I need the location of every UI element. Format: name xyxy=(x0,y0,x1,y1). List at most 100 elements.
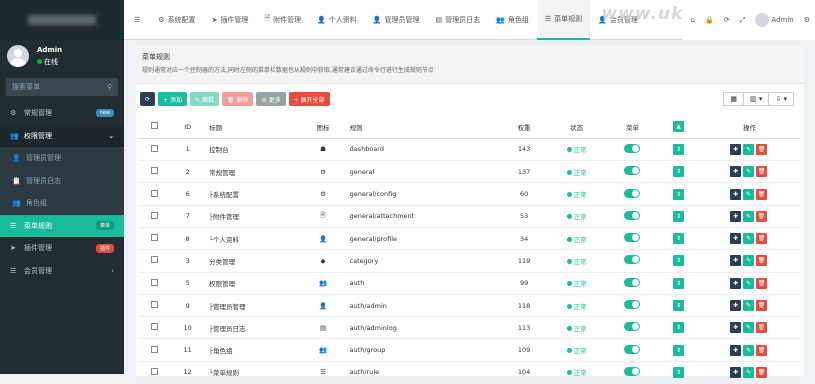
sidebar-item-3[interactable]: 📋 管理员日志 xyxy=(0,169,124,192)
add-child-icon[interactable]: ✚ xyxy=(730,300,742,312)
sidebar-search[interactable]: 搜索菜单 ⚲ xyxy=(6,78,118,96)
delete-icon[interactable]: 🗑 xyxy=(756,300,768,312)
add-child-icon[interactable]: ✚ xyxy=(730,188,742,200)
menu-toggle[interactable] xyxy=(624,188,641,198)
row-checkbox[interactable] xyxy=(150,345,158,353)
tab-4[interactable]: 👤 管理员管理 xyxy=(365,0,428,40)
delete-icon[interactable]: 🗑 xyxy=(756,277,768,289)
drag-icon[interactable]: ⇕ xyxy=(673,166,685,178)
column-header[interactable]: 操作 xyxy=(699,116,800,139)
column-header[interactable]: 标题 xyxy=(205,116,301,139)
drag-icon[interactable]: ⇕ xyxy=(673,366,685,378)
drag-icon[interactable]: ⇕ xyxy=(673,210,685,222)
drag-icon[interactable]: ⇕ xyxy=(673,255,685,267)
column-header[interactable]: 菜单 xyxy=(606,116,659,139)
delete-icon[interactable]: 🗑 xyxy=(756,143,768,155)
sort-icon[interactable]: ▲ xyxy=(673,121,685,133)
tab-2[interactable]: 🗎 附件管理 xyxy=(256,0,309,40)
tab-3[interactable]: 👤 个人资料 xyxy=(309,0,365,40)
edit-icon[interactable]: ✎ xyxy=(743,366,755,378)
edit-icon[interactable]: ✎ xyxy=(743,322,755,334)
sidebar-item-6[interactable]: ➤ 插件管理 插件 xyxy=(0,237,124,260)
menu-toggle[interactable] xyxy=(624,233,641,243)
add-child-icon[interactable]: ✚ xyxy=(730,210,742,222)
row-checkbox[interactable] xyxy=(150,234,158,242)
row-checkbox[interactable] xyxy=(150,301,158,309)
edit-button[interactable]: ✎ 编辑 xyxy=(189,92,219,106)
edit-icon[interactable]: ✎ xyxy=(743,188,755,200)
edit-icon[interactable]: ✎ xyxy=(743,233,755,245)
edit-icon[interactable]: ✎ xyxy=(743,300,755,312)
delete-icon[interactable]: 🗑 xyxy=(756,322,768,334)
edit-icon[interactable]: ✎ xyxy=(743,166,755,178)
row-checkbox[interactable] xyxy=(150,256,158,264)
menu-toggle[interactable] xyxy=(624,210,641,220)
column-header[interactable]: 状态 xyxy=(546,116,607,139)
add-child-icon[interactable]: ✚ xyxy=(730,143,742,155)
expand-all-button[interactable]: + 展开全部 xyxy=(288,92,330,106)
edit-icon[interactable]: ✎ xyxy=(743,255,755,267)
add-child-icon[interactable]: ✚ xyxy=(730,344,742,356)
logo[interactable] xyxy=(0,0,124,40)
drag-icon[interactable]: ⇕ xyxy=(673,300,685,312)
drag-icon[interactable]: ⇕ xyxy=(673,344,685,356)
column-header[interactable] xyxy=(138,116,171,139)
select-all-checkbox[interactable] xyxy=(150,122,158,130)
drag-icon[interactable]: ⇕ xyxy=(673,277,685,289)
menu-toggle[interactable] xyxy=(624,344,641,354)
add-child-icon[interactable]: ✚ xyxy=(730,322,742,334)
add-child-icon[interactable]: ✚ xyxy=(730,366,742,378)
menu-toggle-icon[interactable]: ☰ xyxy=(124,0,150,40)
column-header[interactable]: 权重 xyxy=(501,116,547,139)
sidebar-item-7[interactable]: ☰ 会员管理 ‹ xyxy=(0,260,124,283)
add-child-icon[interactable]: ✚ xyxy=(730,277,742,289)
delete-icon[interactable]: 🗑 xyxy=(756,344,768,356)
menu-toggle[interactable] xyxy=(624,322,641,332)
row-checkbox[interactable] xyxy=(150,211,158,219)
edit-icon[interactable]: ✎ xyxy=(743,143,755,155)
column-header[interactable]: 规则 xyxy=(345,116,502,139)
drag-icon[interactable]: ⇕ xyxy=(673,188,685,200)
edit-icon[interactable]: ✎ xyxy=(743,277,755,289)
tab-1[interactable]: ➤ 插件管理 xyxy=(204,0,257,40)
row-checkbox[interactable] xyxy=(150,278,158,286)
menu-toggle[interactable] xyxy=(624,366,641,376)
add-child-icon[interactable]: ✚ xyxy=(730,255,742,267)
add-button[interactable]: + 添加 xyxy=(158,92,187,106)
column-header[interactable]: ▲ xyxy=(658,116,700,139)
delete-icon[interactable]: 🗑 xyxy=(756,210,768,222)
menu-toggle[interactable] xyxy=(624,143,641,153)
sidebar-item-5[interactable]: ☰ 菜单规则 菜单 xyxy=(0,214,124,237)
tab-0[interactable]: ⚙ 系统配置 xyxy=(150,0,203,40)
edit-icon[interactable]: ✎ xyxy=(743,210,755,222)
sidebar-item-2[interactable]: 👤 管理员管理 xyxy=(0,147,124,170)
row-checkbox[interactable] xyxy=(150,144,158,152)
menu-toggle[interactable] xyxy=(624,166,641,176)
drag-icon[interactable]: ⇕ xyxy=(673,143,685,155)
search-input[interactable]: 搜索菜单 xyxy=(12,82,107,92)
home-icon[interactable]: ⌂ xyxy=(691,16,695,24)
column-header[interactable]: ID xyxy=(170,116,206,139)
sidebar-item-4[interactable]: 👥 角色组 xyxy=(0,192,124,215)
add-child-icon[interactable]: ✚ xyxy=(730,233,742,245)
tab-6[interactable]: 👥 角色组 xyxy=(488,0,537,40)
fullscreen-icon[interactable]: ⤢ xyxy=(740,16,746,25)
row-checkbox[interactable] xyxy=(150,167,158,175)
export-dropdown[interactable]: ⇩ ▾ xyxy=(768,92,794,106)
refresh-icon[interactable]: ⟳ xyxy=(724,16,730,24)
toggle-view-icon[interactable]: ▦ xyxy=(723,92,745,106)
delete-icon[interactable]: 🗑 xyxy=(756,366,768,378)
settings-icon[interactable]: ⚙ xyxy=(804,16,810,24)
column-header[interactable]: 图标 xyxy=(300,116,346,139)
delete-button[interactable]: 🗑 删除 xyxy=(221,92,254,106)
more-button[interactable]: ⚙ 更多 xyxy=(256,92,286,106)
row-checkbox[interactable] xyxy=(150,323,158,331)
columns-dropdown[interactable]: ▥ ▾ xyxy=(743,92,770,106)
menu-toggle[interactable] xyxy=(624,277,641,287)
search-icon[interactable]: ⚲ xyxy=(107,83,112,91)
tab-5[interactable]: ▤ 管理员日志 xyxy=(428,0,489,40)
sidebar-item-1[interactable]: 👥 权限管理 ⌄ xyxy=(0,124,124,147)
delete-icon[interactable]: 🗑 xyxy=(756,188,768,200)
sidebar-item-0[interactable]: ⚙ 常规管理 new xyxy=(0,102,124,125)
tab-7[interactable]: ☰ 菜单规则 xyxy=(536,0,591,40)
